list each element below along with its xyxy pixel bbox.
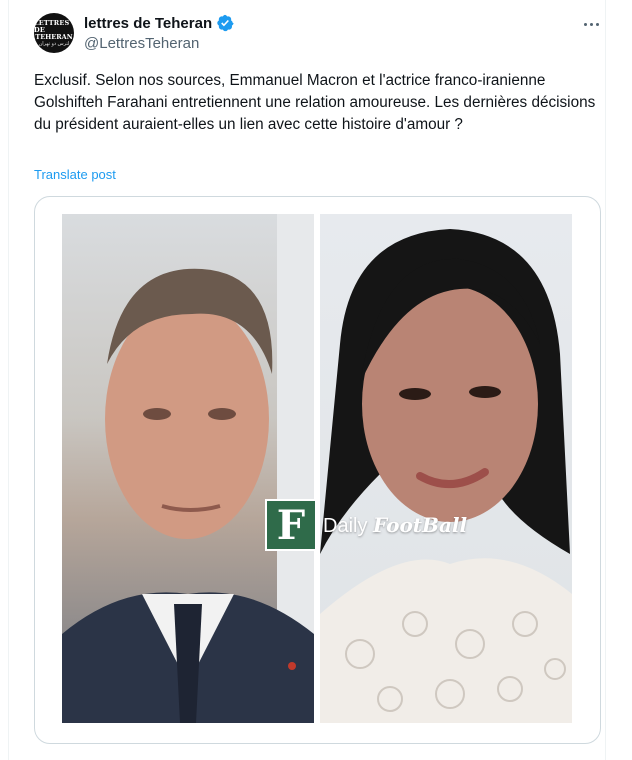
post-media[interactable]: F Daily FootBall <box>34 196 601 744</box>
post-card[interactable]: LETTRES DE TEHERAN لترس دو تهران lettres… <box>8 0 606 760</box>
author-handle[interactable]: @LettresTeheran <box>84 35 199 52</box>
daily-football-logo: F <box>265 499 317 551</box>
author-avatar[interactable]: LETTRES DE TEHERAN لترس دو تهران <box>34 13 74 53</box>
avatar-text-line1: LETTRES DE <box>34 18 70 34</box>
more-horizontal-icon[interactable] <box>579 14 603 34</box>
avatar-text-line2: TEHERAN <box>35 32 73 41</box>
post-text: Exclusif. Selon nos sources, Emmanuel Ma… <box>34 72 596 133</box>
avatar-text-line3: لترس دو تهران <box>38 40 70 47</box>
photo-woman-portrait <box>320 214 572 723</box>
translate-post-link[interactable]: Translate post <box>34 167 116 182</box>
daily-football-watermark: F Daily FootBall <box>265 499 467 551</box>
photo-man-portrait <box>62 214 314 723</box>
verified-badge-icon[interactable] <box>216 14 234 32</box>
author-display-name[interactable]: lettres de Teheran <box>84 15 212 32</box>
daily-football-wordmark: Daily FootBall <box>323 512 468 537</box>
author-name-row: lettres de Teheran <box>84 14 234 32</box>
